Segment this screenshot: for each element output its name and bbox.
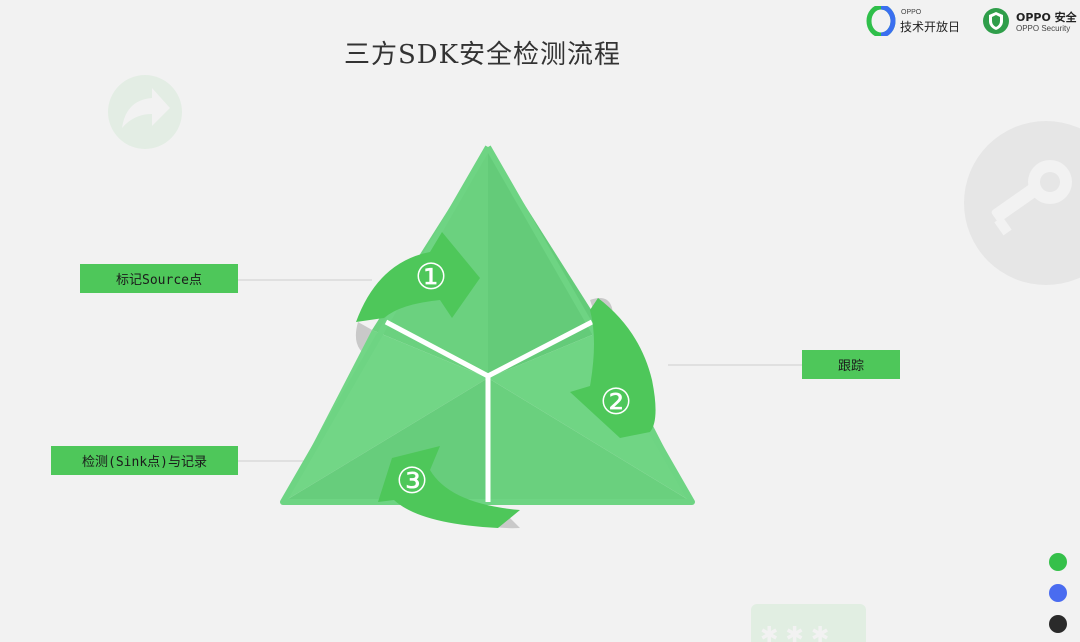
tech-day-logo: OPPO 技术开放日: [866, 6, 966, 38]
nav-dot-black[interactable]: [1049, 615, 1067, 633]
security-logo-small: OPPO Security: [1016, 24, 1071, 33]
step-label-sink: 检测(Sink点)与记录: [51, 446, 238, 475]
tech-logo-big: 技术开放日: [900, 20, 961, 34]
svg-text:✱ ✱ ✱: ✱ ✱ ✱: [760, 623, 829, 642]
shield-icon: [983, 8, 1009, 34]
pyramid: [280, 145, 695, 505]
oppo-tech-logo-icon: [866, 6, 896, 36]
password-icon: ✱ ✱ ✱: [751, 604, 866, 642]
decor-layer: ✱ ✱ ✱ ① ② ③: [108, 75, 1080, 642]
step-number-1: ①: [415, 257, 447, 298]
nav-dot-blue[interactable]: [1049, 584, 1067, 602]
step-number-3: ③: [396, 461, 428, 502]
nav-dot-green[interactable]: [1049, 553, 1067, 571]
security-logo-big: OPPO 安全: [1016, 11, 1077, 24]
page-title: 三方SDK安全检测流程: [343, 40, 622, 70]
key-icon: [964, 121, 1080, 285]
step-number-2: ②: [600, 382, 632, 423]
share-icon: [108, 75, 182, 149]
tech-logo-small: OPPO: [901, 9, 922, 16]
step-label-track: 跟踪: [802, 350, 900, 379]
step-label-source: 标记Source点: [80, 264, 238, 293]
oppo-security-logo: OPPO 安全 OPPO Security: [980, 6, 1080, 38]
